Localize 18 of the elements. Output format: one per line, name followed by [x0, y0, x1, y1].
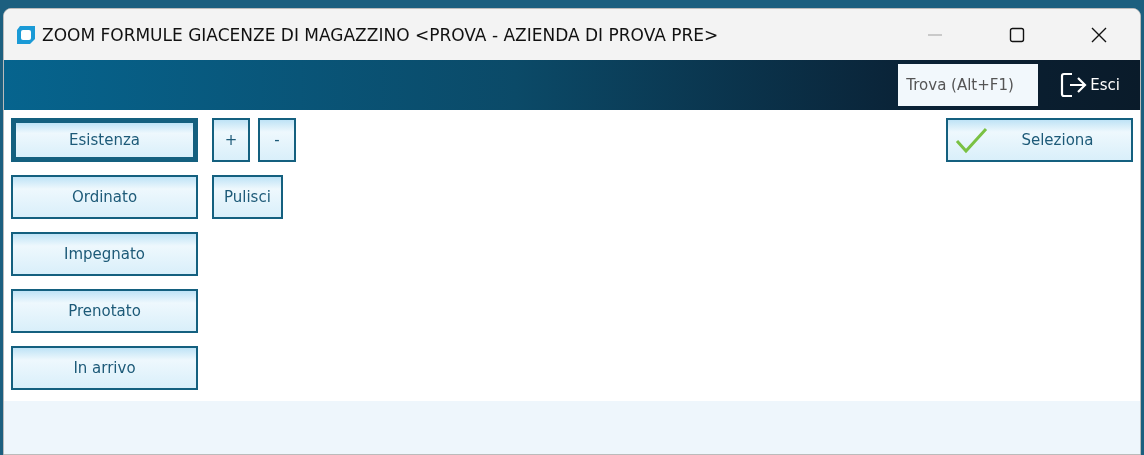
check-icon — [954, 125, 990, 155]
formula-button[interactable]: Ordinato — [11, 175, 198, 219]
close-icon — [1091, 26, 1107, 43]
exit-icon — [1058, 70, 1089, 100]
window-title: ZOOM FORMULE GIACENZE DI MAGAZZINO <PROVA - AZIENDA DI PROVA PRE> — [42, 24, 720, 45]
formula-button[interactable]: In arrivo — [11, 346, 198, 390]
clear-button[interactable]: Pulisci — [212, 175, 283, 219]
formula-button[interactable]: Prenotato — [11, 289, 198, 333]
formula-button[interactable]: Impegnato — [11, 232, 198, 276]
minimize-icon — [927, 33, 943, 36]
maximize-icon — [1009, 26, 1025, 43]
exit-button[interactable]: Esci — [1050, 70, 1128, 100]
app-logo-icon — [16, 24, 36, 45]
search-field[interactable]: Trova (Alt+F1) — [898, 64, 1039, 106]
formula-button[interactable]: Esistenza — [11, 118, 198, 162]
select-button[interactable]: Seleziona — [946, 118, 1133, 162]
operator-button[interactable]: + — [212, 118, 250, 162]
operator-button[interactable]: - — [258, 118, 296, 162]
